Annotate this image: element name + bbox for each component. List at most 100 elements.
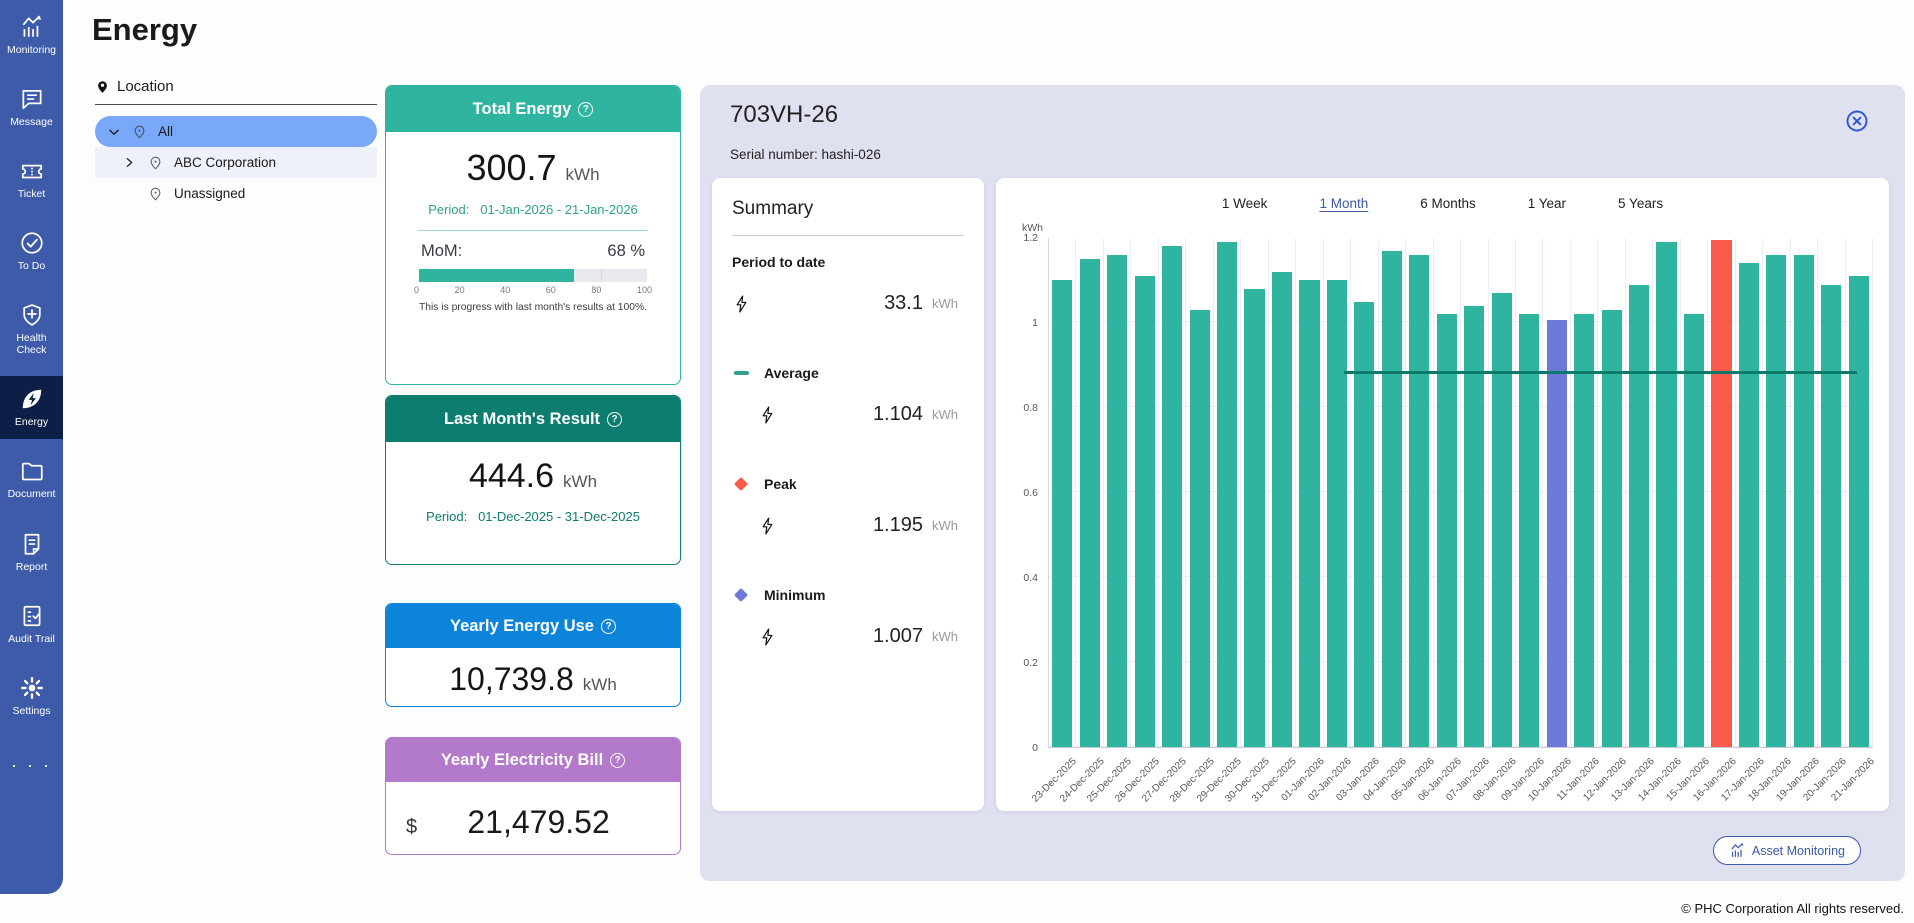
device-name: 703VH-26: [730, 101, 838, 129]
sidebar-item-label: Ticket: [18, 188, 46, 200]
period-to-date-row: 33.1 kWh: [732, 292, 964, 315]
energy-bar[interactable]: [1656, 242, 1676, 747]
energy-bar[interactable]: [1382, 251, 1402, 747]
yearly-energy-title: Yearly Energy Use: [450, 617, 594, 636]
energy-bar[interactable]: [1821, 285, 1841, 747]
location-header: Location: [95, 78, 377, 105]
yearly-bill-title: Yearly Electricity Bill: [441, 751, 603, 770]
y-tick-label: 1.2: [996, 232, 1038, 244]
energy-bar[interactable]: [1327, 280, 1347, 747]
bar-slot: [1516, 238, 1543, 747]
bar-slot: [1791, 238, 1818, 747]
energy-bar[interactable]: [1107, 255, 1127, 747]
tree-item-label: Unassigned: [174, 186, 245, 201]
sidebar-item-document[interactable]: Document: [0, 448, 63, 511]
bar-slot: [1434, 238, 1461, 747]
sidebar-item-audit-trail[interactable]: Audit Trail: [0, 593, 63, 656]
tab-6-months[interactable]: 6 Months: [1420, 196, 1476, 211]
energy-bar[interactable]: [1162, 246, 1182, 747]
asset-monitoring-button[interactable]: Asset Monitoring: [1713, 836, 1861, 865]
summary-card: Summary Period to date 33.1 kWh Average …: [712, 178, 984, 811]
energy-bar[interactable]: [1409, 255, 1429, 747]
energy-bar[interactable]: [1135, 276, 1155, 747]
sidebar-item-message[interactable]: Message: [0, 76, 63, 139]
energy-bar[interactable]: [1272, 272, 1292, 747]
info-icon[interactable]: ?: [601, 619, 616, 634]
sidebar-item-energy[interactable]: Energy: [0, 376, 63, 439]
info-icon[interactable]: ?: [610, 753, 625, 768]
last-month-period: Period: 01-Dec-2025 - 31-Dec-2025: [386, 509, 680, 524]
close-icon[interactable]: [1845, 109, 1869, 133]
yearly-bill-card: Yearly Electricity Bill ? $ 21,479.52: [385, 737, 681, 855]
y-tick-label: 0.4: [996, 572, 1038, 584]
energy-bar[interactable]: [1299, 280, 1319, 747]
yearly-energy-card: Yearly Energy Use ? 10,739.8 kWh: [385, 603, 681, 707]
bolt-icon: [758, 404, 777, 426]
info-icon[interactable]: ?: [578, 102, 593, 117]
energy-bar[interactable]: [1519, 314, 1539, 747]
unit-label: kWh: [932, 629, 960, 644]
mom-progress-fill: [419, 269, 574, 282]
energy-bar[interactable]: [1766, 255, 1786, 747]
sidebar-item-settings[interactable]: Settings: [0, 665, 63, 728]
tab-1-week[interactable]: 1 Week: [1222, 196, 1268, 211]
minimum-value: 1.007: [873, 625, 923, 648]
report-icon: [19, 531, 45, 557]
mom-label: MoM:: [421, 242, 462, 261]
energy-bar[interactable]: [1629, 285, 1649, 747]
chevron-right-icon[interactable]: [123, 156, 137, 169]
energy-bar[interactable]: [1492, 293, 1512, 747]
energy-bar[interactable]: [1739, 263, 1759, 747]
sidebar-item-report[interactable]: Report: [0, 521, 63, 584]
location-tree: All ABC Corporation Unassigned: [95, 116, 377, 209]
sidebar: Monitoring Message Ticket To Do Health Check…: [0, 0, 63, 894]
sidebar-more-button[interactable]: . . .: [0, 751, 63, 772]
bar-slot: [1241, 238, 1268, 747]
sidebar-item-ticket[interactable]: Ticket: [0, 148, 63, 211]
monitoring-icon: [19, 14, 45, 40]
mom-row: MoM: 68 %: [421, 242, 645, 261]
energy-bar[interactable]: [1080, 259, 1100, 747]
info-icon[interactable]: ?: [607, 412, 622, 427]
sidebar-item-label: Report: [16, 561, 48, 573]
energy-bar[interactable]: [1547, 320, 1567, 747]
average-label: Average: [732, 365, 964, 381]
bar-slot: [1296, 238, 1323, 747]
energy-bar[interactable]: [1244, 289, 1264, 747]
tab-5-years[interactable]: 5 Years: [1618, 196, 1663, 211]
sidebar-item-label: To Do: [18, 260, 45, 272]
sidebar-item-health-check[interactable]: Health Check: [0, 292, 63, 367]
energy-bar[interactable]: [1052, 280, 1072, 747]
energy-bar[interactable]: [1437, 314, 1457, 747]
energy-bar[interactable]: [1217, 242, 1237, 747]
energy-bar[interactable]: [1574, 314, 1594, 747]
device-detail-panel: 703VH-26 Serial number: hashi-026 Summar…: [700, 85, 1905, 881]
energy-bar[interactable]: [1602, 310, 1622, 747]
sidebar-item-to-do[interactable]: To Do: [0, 220, 63, 283]
health-check-icon: [19, 302, 45, 328]
mom-value: 68 %: [607, 242, 645, 261]
sidebar-item-monitoring[interactable]: Monitoring: [0, 4, 63, 67]
tree-item-all[interactable]: All: [95, 116, 377, 147]
average-row: 1.104 kWh: [732, 403, 964, 426]
tree-item-abc-corporation[interactable]: ABC Corporation: [95, 147, 377, 178]
mom-scale-tick: 100: [637, 285, 652, 295]
minimum-row: 1.007 kWh: [732, 625, 964, 648]
energy-bar[interactable]: [1794, 255, 1814, 747]
energy-bar[interactable]: [1684, 314, 1704, 747]
bar-slot: [1104, 238, 1131, 747]
energy-bar[interactable]: [1190, 310, 1210, 747]
tab-1-year[interactable]: 1 Year: [1528, 196, 1566, 211]
tab-1-month[interactable]: 1 Month: [1319, 196, 1368, 211]
tree-item-label: All: [158, 124, 173, 139]
sidebar-item-label: Health Check: [1, 332, 62, 356]
y-tick-label: 0: [996, 742, 1038, 754]
period-to-date-label: Period to date: [732, 254, 964, 270]
chevron-down-icon[interactable]: [107, 125, 121, 139]
bar-slot: [1736, 238, 1763, 747]
energy-bar[interactable]: [1849, 276, 1869, 747]
energy-bar[interactable]: [1354, 302, 1374, 747]
bar-slot: [1076, 238, 1103, 747]
energy-bar[interactable]: [1711, 240, 1731, 747]
tree-item-unassigned[interactable]: Unassigned: [95, 178, 377, 209]
